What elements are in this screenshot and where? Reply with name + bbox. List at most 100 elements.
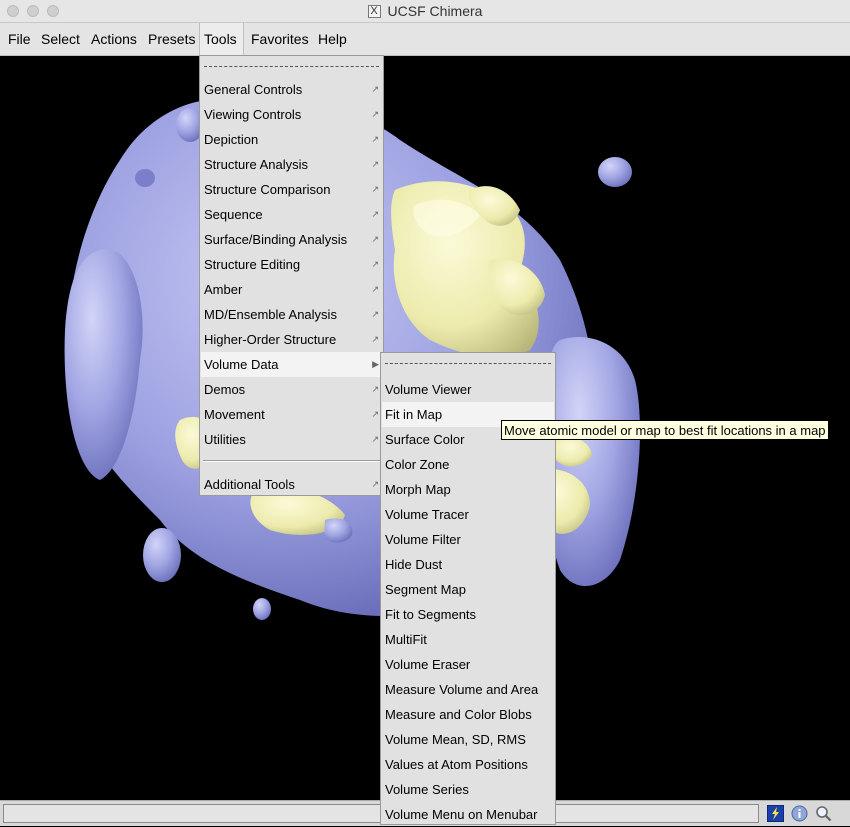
submenu-arrow-icon: ↗ (371, 309, 379, 319)
x11-icon: X (367, 4, 381, 18)
menu-file[interactable]: File (4, 23, 35, 55)
menu-item-label: Amber (204, 282, 243, 297)
submenu-arrow-icon: ↗ (371, 84, 379, 94)
menubar: File Select Actions Presets Tools Favori… (0, 23, 850, 56)
tools-item-structure-comparison[interactable]: Structure Comparison ↗ (201, 177, 382, 202)
tools-menu: General Controls ↗ Viewing Controls ↗ Depict… (199, 55, 384, 496)
menu-item-label: Measure and Color Blobs (385, 707, 532, 722)
menu-help[interactable]: Help (314, 23, 351, 55)
volume-item-fit-to-segments[interactable]: Fit to Segments (382, 602, 554, 627)
submenu-arrow-icon: ↗ (371, 334, 379, 344)
menu-item-label: Values at Atom Positions (385, 757, 528, 772)
tear-off-line[interactable] (385, 363, 551, 364)
menu-item-label: Volume Viewer (385, 382, 472, 397)
menu-item-label: Depiction (204, 132, 259, 147)
menu-item-label: Structure Editing (204, 257, 301, 272)
menu-item-label: Hide Dust (385, 557, 443, 572)
submenu-arrow-icon: ▶ (372, 359, 379, 369)
volume-item-morph-map[interactable]: Morph Map (382, 477, 554, 502)
menu-item-label: Movement (204, 407, 265, 422)
volume-item-multifit[interactable]: MultiFit (382, 627, 554, 652)
menu-presets[interactable]: Presets (144, 23, 199, 55)
menu-item-label: General Controls (204, 82, 303, 97)
volume-item-volume-tracer[interactable]: Volume Tracer (382, 502, 554, 527)
lightning-icon[interactable] (767, 805, 784, 822)
menu-item-label: Volume Tracer (385, 507, 469, 522)
tools-item-amber[interactable]: Amber ↗ (201, 277, 382, 302)
menu-item-label: Structure Comparison (204, 182, 331, 197)
submenu-arrow-icon: ↗ (371, 384, 379, 394)
tools-item-higher-order-structure[interactable]: Higher-Order Structure ↗ (201, 327, 382, 352)
tools-item-viewing-controls[interactable]: Viewing Controls ↗ (201, 102, 382, 127)
menu-item-label: Color Zone (385, 457, 450, 472)
submenu-arrow-icon: ↗ (371, 409, 379, 419)
volume-item-volume-eraser[interactable]: Volume Eraser (382, 652, 554, 677)
menu-actions[interactable]: Actions (87, 23, 141, 55)
window-title: UCSF Chimera (387, 3, 483, 19)
volume-item-volume-mean-sd-rms[interactable]: Volume Mean, SD, RMS (382, 727, 554, 752)
tools-item-structure-editing[interactable]: Structure Editing ↗ (201, 252, 382, 277)
volume-item-volume-menu-on-menubar[interactable]: Volume Menu on Menubar (382, 802, 554, 827)
menu-item-label: Volume Data (204, 357, 279, 372)
tools-item-depiction[interactable]: Depiction ↗ (201, 127, 382, 152)
menu-item-label: Morph Map (385, 482, 451, 497)
menu-item-label: Fit to Segments (385, 607, 477, 622)
volume-item-values-at-atom-positions[interactable]: Values at Atom Positions (382, 752, 554, 777)
menu-separator (203, 460, 380, 462)
submenu-arrow-icon: ↗ (371, 134, 379, 144)
window-titlebar: X UCSF Chimera (0, 0, 850, 23)
menu-favorites[interactable]: Favorites (247, 23, 313, 55)
tools-item-additional-tools[interactable]: Additional Tools ↗ (201, 472, 382, 497)
tear-off-line[interactable] (204, 66, 379, 67)
magnifier-icon[interactable] (815, 805, 832, 822)
submenu-arrow-icon: ↗ (371, 259, 379, 269)
info-icon[interactable] (791, 805, 808, 822)
menu-item-label: Segment Map (385, 582, 466, 597)
tools-item-structure-analysis[interactable]: Structure Analysis ↗ (201, 152, 382, 177)
volume-item-color-zone[interactable]: Color Zone (382, 452, 554, 477)
menu-item-label: Structure Analysis (204, 157, 309, 172)
menu-item-label: Volume Series (385, 782, 469, 797)
menu-item-label: MultiFit (385, 632, 427, 647)
volume-item-volume-filter[interactable]: Volume Filter (382, 527, 554, 552)
submenu-arrow-icon: ↗ (371, 159, 379, 169)
tools-item-utilities[interactable]: Utilities ↗ (201, 427, 382, 452)
volume-item-volume-series[interactable]: Volume Series (382, 777, 554, 802)
menu-item-label: Surface Color (385, 432, 465, 447)
menu-item-label: Utilities (204, 432, 246, 447)
menu-item-label: Volume Menu on Menubar (385, 807, 538, 822)
menu-item-label: MD/Ensemble Analysis (204, 307, 337, 322)
volume-item-segment-map[interactable]: Segment Map (382, 577, 554, 602)
submenu-arrow-icon: ↗ (371, 479, 379, 489)
tools-item-volume-data[interactable]: Volume Data ▶ (201, 352, 382, 377)
menu-item-label: Volume Filter (385, 532, 461, 547)
volume-item-hide-dust[interactable]: Hide Dust (382, 552, 554, 577)
tools-item-general-controls[interactable]: General Controls ↗ (201, 77, 382, 102)
volume-item-volume-viewer[interactable]: Volume Viewer (382, 377, 554, 402)
tools-item-md-ensemble-analysis[interactable]: MD/Ensemble Analysis ↗ (201, 302, 382, 327)
volume-item-measure-volume-and-area[interactable]: Measure Volume and Area (382, 677, 554, 702)
menu-item-label: Volume Mean, SD, RMS (385, 732, 526, 747)
menu-item-label: Viewing Controls (204, 107, 302, 122)
tooltip: Move atomic model or map to best fit loc… (501, 420, 829, 440)
tools-item-movement[interactable]: Movement ↗ (201, 402, 382, 427)
tools-item-demos[interactable]: Demos ↗ (201, 377, 382, 402)
tools-item-surface-binding-analysis[interactable]: Surface/Binding Analysis ↗ (201, 227, 382, 252)
submenu-arrow-icon: ↗ (371, 209, 379, 219)
menu-tools[interactable]: Tools (199, 23, 244, 55)
menu-item-label: Measure Volume and Area (385, 682, 539, 697)
submenu-arrow-icon: ↗ (371, 234, 379, 244)
menu-item-label: Additional Tools (204, 477, 295, 492)
menu-item-label: Higher-Order Structure (204, 332, 337, 347)
menu-select[interactable]: Select (37, 23, 84, 55)
tools-item-sequence[interactable]: Sequence ↗ (201, 202, 382, 227)
submenu-arrow-icon: ↗ (371, 284, 379, 294)
submenu-arrow-icon: ↗ (371, 109, 379, 119)
menu-item-label: Volume Eraser (385, 657, 471, 672)
submenu-arrow-icon: ↗ (371, 434, 379, 444)
submenu-arrow-icon: ↗ (371, 184, 379, 194)
menu-item-label: Demos (204, 382, 246, 397)
menu-item-label: Fit in Map (385, 407, 443, 422)
volume-item-measure-and-color-blobs[interactable]: Measure and Color Blobs (382, 702, 554, 727)
menu-item-label: Sequence (204, 207, 263, 222)
